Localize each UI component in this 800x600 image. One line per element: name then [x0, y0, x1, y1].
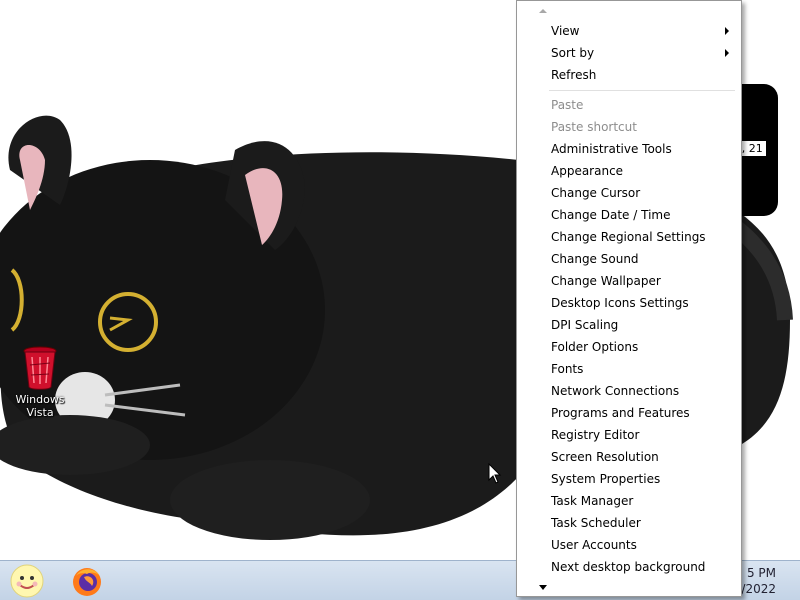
menu-item-label: Programs and Features [551, 406, 690, 420]
menu-item-label: Sort by [551, 46, 595, 60]
menu-item-task-scheduler[interactable]: Task Scheduler [519, 512, 739, 534]
menu-item-change-sound[interactable]: Change Sound [519, 248, 739, 270]
menu-item-label: Screen Resolution [551, 450, 659, 464]
taskbar-firefox-button[interactable] [70, 564, 104, 598]
firefox-icon [73, 568, 101, 596]
submenu-arrow-icon [725, 27, 729, 35]
menu-item-label: Paste shortcut [551, 120, 637, 134]
desktop-icon-windows-vista[interactable]: Windows Vista [10, 345, 70, 419]
menu-item-user-accounts[interactable]: User Accounts [519, 534, 739, 556]
menu-item-label: Change Wallpaper [551, 274, 661, 288]
desktop-context-menu: View Sort by Refresh Paste Paste shortcu… [516, 0, 742, 597]
menu-item-refresh[interactable]: Refresh [519, 64, 739, 86]
menu-item-view[interactable]: View [519, 20, 739, 42]
menu-item-label: Fonts [551, 362, 584, 376]
menu-item-label: Folder Options [551, 340, 639, 354]
menu-separator [549, 90, 735, 91]
menu-item-system-properties[interactable]: System Properties [519, 468, 739, 490]
menu-item-label: Network Connections [551, 384, 680, 398]
menu-item-label: View [551, 24, 580, 38]
mouse-cursor-icon [488, 463, 502, 484]
menu-item-screen-resolution[interactable]: Screen Resolution [519, 446, 739, 468]
menu-item-label: System Properties [551, 472, 661, 486]
menu-item-change-date-time[interactable]: Change Date / Time [519, 204, 739, 226]
menu-item-administrative-tools[interactable]: Administrative Tools [519, 138, 739, 160]
menu-item-label: User Accounts [551, 538, 637, 552]
menu-item-desktop-icons-settings[interactable]: Desktop Icons Settings [519, 292, 739, 314]
menu-item-registry-editor[interactable]: Registry Editor [519, 424, 739, 446]
menu-item-label: Desktop Icons Settings [551, 296, 689, 310]
menu-item-label: Task Scheduler [551, 516, 641, 530]
menu-item-change-wallpaper[interactable]: Change Wallpaper [519, 270, 739, 292]
menu-item-task-manager[interactable]: Task Manager [519, 490, 739, 512]
menu-item-label: Change Sound [551, 252, 639, 266]
recycle-bin-icon [23, 346, 57, 390]
submenu-arrow-icon [725, 49, 729, 57]
menu-item-label: Paste [551, 98, 584, 112]
menu-item-label: Refresh [551, 68, 597, 82]
menu-item-label: Change Cursor [551, 186, 641, 200]
menu-item-label: Task Manager [551, 494, 634, 508]
scroll-up-arrow-icon[interactable] [537, 5, 549, 15]
menu-item-fonts[interactable]: Fonts [519, 358, 739, 380]
menu-item-programs-and-features[interactable]: Programs and Features [519, 402, 739, 424]
scroll-down-arrow-icon[interactable] [537, 583, 549, 593]
menu-item-dpi-scaling[interactable]: DPI Scaling [519, 314, 739, 336]
menu-item-sort-by[interactable]: Sort by [519, 42, 739, 64]
menu-item-change-cursor[interactable]: Change Cursor [519, 182, 739, 204]
menu-item-label: Appearance [551, 164, 624, 178]
menu-item-label: Change Date / Time [551, 208, 671, 222]
desktop-icon-label: Windows Vista [15, 393, 65, 419]
menu-item-label: DPI Scaling [551, 318, 619, 332]
menu-item-change-regional-settings[interactable]: Change Regional Settings [519, 226, 739, 248]
menu-item-paste-shortcut[interactable]: Paste shortcut [519, 116, 739, 138]
menu-item-label: Registry Editor [551, 428, 640, 442]
menu-item-label: Administrative Tools [551, 142, 672, 156]
menu-item-appearance[interactable]: Appearance [519, 160, 739, 182]
start-orb-icon [10, 564, 44, 598]
menu-item-label: Change Regional Settings [551, 230, 706, 244]
menu-item-folder-options[interactable]: Folder Options [519, 336, 739, 358]
menu-item-network-connections[interactable]: Network Connections [519, 380, 739, 402]
menu-item-paste[interactable]: Paste [519, 94, 739, 116]
menu-item-label: Next desktop background [551, 560, 706, 574]
menu-item-next-desktop-background[interactable]: Next desktop background [519, 556, 739, 578]
start-button[interactable] [10, 564, 44, 598]
